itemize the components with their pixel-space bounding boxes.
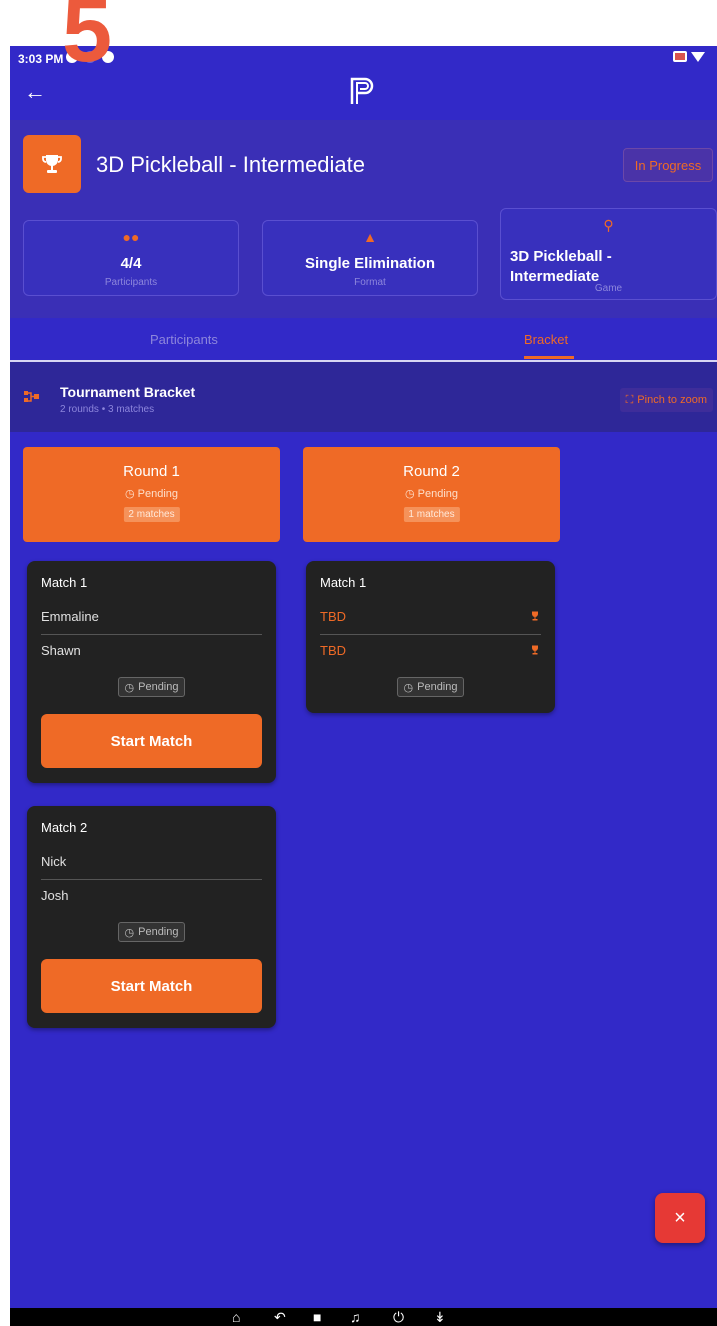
round-1-header: Round 1 ◷ Pending 2 matches <box>23 447 280 542</box>
round-status-label: Pending <box>417 488 459 500</box>
expand-more-icon[interactable]: ↡ <box>434 1309 446 1325</box>
game-value-line1: 3D Pickleball - <box>510 248 612 265</box>
trophy-icon <box>532 645 538 655</box>
match-status-badge: ◷ Pending <box>396 677 465 697</box>
recents-icon[interactable]: ■ <box>313 1309 321 1325</box>
player-name: Shawn <box>41 643 81 658</box>
bracket-subtitle: 2 rounds • 3 matches <box>60 404 155 415</box>
status-badge: In Progress <box>623 148 713 182</box>
player-divider <box>41 879 262 880</box>
clock-icon: ◷ <box>404 488 415 500</box>
home-icon[interactable]: ⌂ <box>232 1309 240 1325</box>
back-nav-icon[interactable]: ↶ <box>274 1309 286 1325</box>
app-screen: 3:03 PM ← 3D Pickleball - Intermediate I… <box>10 46 717 1308</box>
status-time: 3:03 PM <box>18 52 64 66</box>
volume-icon[interactable]: ♫ <box>350 1309 361 1325</box>
pinch-to-zoom-hint: ⛶ Pinch to zoom <box>619 388 713 412</box>
round-status: ◷ Pending <box>303 487 560 500</box>
round-match-count: 2 matches <box>123 507 180 522</box>
back-arrow-icon[interactable]: ← <box>24 80 48 104</box>
step-number-overlay: 5 <box>62 0 113 81</box>
pinch-label: Pinch to zoom <box>637 394 707 406</box>
match-title: Match 1 <box>320 575 367 590</box>
bracket-title: Tournament Bracket <box>60 384 196 400</box>
tournament-header: 3D Pickleball - Intermediate In Progress… <box>10 120 717 318</box>
app-logo-icon <box>350 77 374 104</box>
clock-icon: ◷ <box>124 488 135 500</box>
format-label: Format <box>354 277 386 288</box>
game-label: Game <box>594 283 623 294</box>
match-title: Match 1 <box>41 575 88 590</box>
match-card-r1-m2[interactable]: Match 2 Nick Josh ◷ Pending Start Match <box>27 806 276 1028</box>
trophy-icon <box>42 155 62 173</box>
clock-icon: ◷ <box>124 681 135 694</box>
bracket-icon <box>24 391 39 402</box>
player-name-tbd: TBD <box>320 609 346 624</box>
system-nav-bar: ⌂ ↶ ■ ♫ ⏻ ↡ <box>10 1308 717 1326</box>
format-stat-card: ▲ Single Elimination Format <box>262 220 478 296</box>
match-card-r1-m1[interactable]: Match 1 Emmaline Shawn ◷ Pending Start M… <box>27 561 276 783</box>
active-tab-indicator <box>524 356 574 359</box>
match-status-label: Pending <box>138 681 179 693</box>
player-divider <box>41 634 262 635</box>
game-stat-card: ⚲ 3D Pickleball - Intermediate Game <box>500 208 717 300</box>
tab-bar: Participants Bracket <box>10 318 717 362</box>
player-name-tbd: TBD <box>320 643 346 658</box>
bracket-header: Tournament Bracket 2 rounds • 3 matches … <box>10 362 717 432</box>
player-name: Nick <box>41 854 67 869</box>
clock-icon: ◷ <box>403 681 414 694</box>
round-title: Round 2 <box>403 463 460 480</box>
close-icon: × <box>674 1206 686 1229</box>
round-status: ◷ Pending <box>23 487 280 500</box>
start-match-button[interactable]: Start Match <box>41 714 262 768</box>
round-status-label: Pending <box>137 488 179 500</box>
shapes-icon: ▲ <box>363 229 377 245</box>
match-status-badge: ◷ Pending <box>117 677 186 697</box>
status-right <box>673 51 705 62</box>
participants-stat-card: ●● 4/4 Participants <box>23 220 239 296</box>
match-status-label: Pending <box>138 926 179 938</box>
tab-participants[interactable]: Participants <box>150 332 218 347</box>
format-value: Single Elimination <box>304 255 435 272</box>
clock-icon: ◷ <box>124 926 135 939</box>
trophy-icon <box>532 611 538 621</box>
power-icon[interactable]: ⏻ <box>393 1309 404 1325</box>
participants-value: 4/4 <box>120 255 142 272</box>
expand-icon: ⛶ <box>625 393 634 406</box>
pickleball-icon: ⚲ <box>603 217 614 233</box>
trophy-badge <box>23 135 81 193</box>
wifi-icon <box>691 51 705 62</box>
cast-icon <box>673 51 687 62</box>
player-name: Emmaline <box>41 609 99 624</box>
close-fab-button[interactable]: × <box>655 1193 705 1243</box>
player-name: Josh <box>41 888 69 903</box>
match-status-badge: ◷ Pending <box>117 922 186 942</box>
match-status-label: Pending <box>417 681 458 693</box>
app-bar: ← <box>10 70 717 120</box>
participants-label: Participants <box>104 277 158 288</box>
start-match-button[interactable]: Start Match <box>41 959 262 1013</box>
status-bar: 3:03 PM <box>10 46 717 70</box>
round-title: Round 1 <box>123 463 180 480</box>
match-card-r2-m1[interactable]: Match 1 TBD TBD ◷ Pending <box>306 561 555 713</box>
match-title: Match 2 <box>41 820 88 835</box>
tab-bracket[interactable]: Bracket <box>524 332 568 347</box>
game-value: 3D Pickleball - Intermediate <box>501 247 716 287</box>
tournament-title: 3D Pickleball - Intermediate <box>96 152 366 177</box>
round-match-count: 1 matches <box>403 507 460 522</box>
player-divider <box>320 634 541 635</box>
people-icon: ●● <box>122 229 140 245</box>
round-2-header: Round 2 ◷ Pending 1 matches <box>303 447 560 542</box>
